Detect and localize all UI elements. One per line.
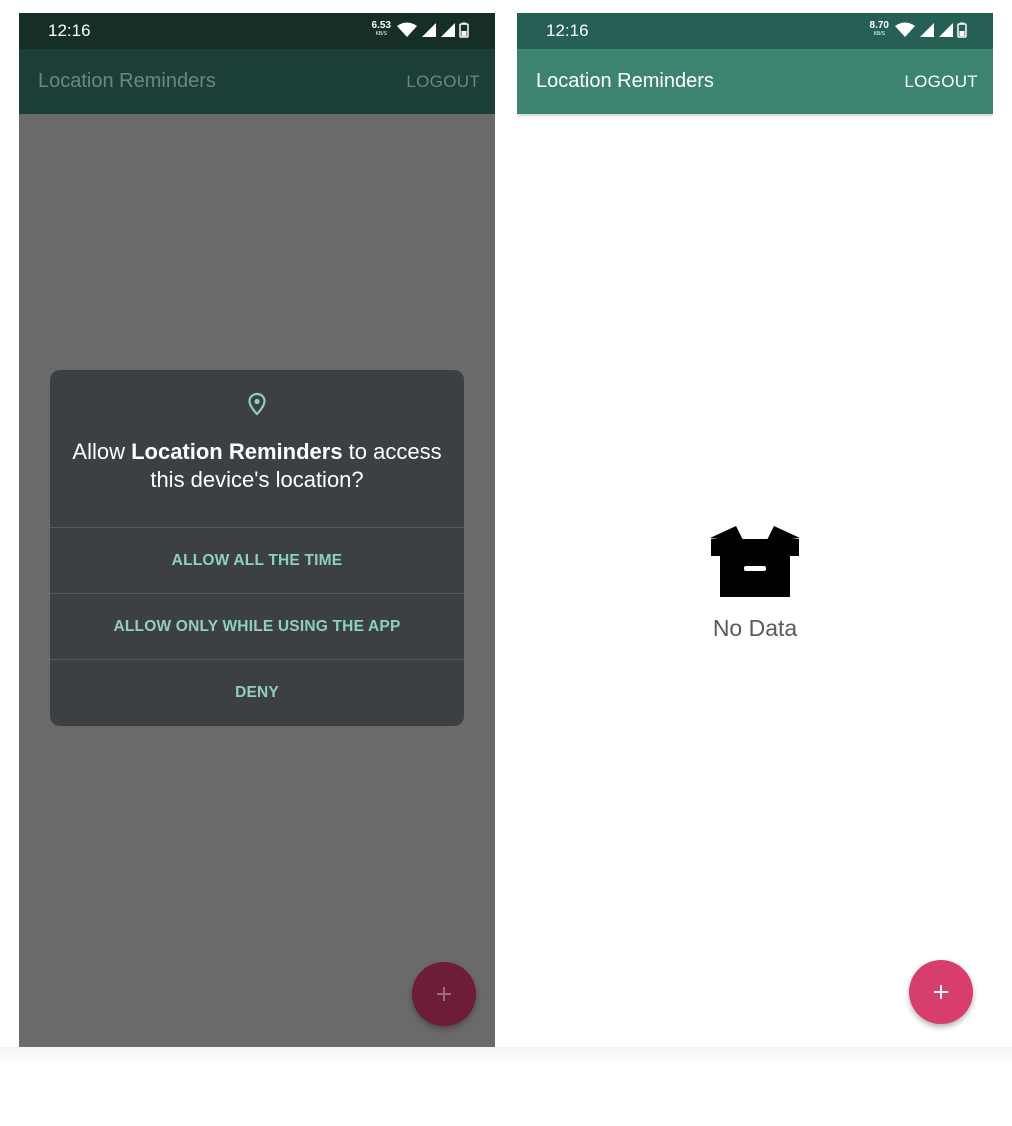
app-bar: Location Reminders LOGOUT — [19, 49, 495, 114]
add-reminder-fab[interactable] — [412, 962, 476, 1026]
location-pin-icon — [248, 392, 266, 416]
network-speed-unit: KB/S — [873, 31, 885, 37]
dialog-title-app-name: Location Reminders — [131, 439, 343, 464]
plus-icon — [934, 985, 948, 999]
app-bar: Location Reminders LOGOUT — [517, 49, 993, 114]
network-speed-value: 8.70 — [869, 20, 889, 31]
signal-icon — [920, 23, 934, 37]
network-speed: 6.53 KB/S — [371, 20, 391, 38]
deny-button[interactable]: DENY — [50, 659, 464, 726]
logout-button[interactable]: LOGOUT — [904, 72, 978, 92]
left-phone-screen: 12:16 6.53 KB/S Location Reminders LOGOU… — [19, 13, 495, 1047]
network-speed-unit: KB/S — [375, 31, 387, 37]
status-bar: 12:16 8.70 KB/S — [517, 13, 993, 49]
allow-while-using-app-button[interactable]: ALLOW ONLY WHILE USING THE APP — [50, 593, 464, 660]
plus-icon — [437, 987, 451, 1001]
battery-icon — [957, 22, 967, 38]
status-icons: 6.53 KB/S — [371, 20, 469, 38]
battery-icon — [459, 22, 469, 38]
right-phone-screen: 12:16 8.70 KB/S Location Reminders LOGOU… — [517, 13, 993, 1047]
status-bar: 12:16 6.53 KB/S — [19, 13, 495, 49]
app-title: Location Reminders — [536, 70, 714, 92]
status-time: 12:16 — [546, 21, 589, 40]
screenshot-bottom-shadow — [0, 1047, 1012, 1067]
signal-icon-2 — [441, 23, 455, 37]
network-speed: 8.70 KB/S — [869, 20, 889, 38]
open-box-icon — [710, 526, 800, 597]
status-icons: 8.70 KB/S — [869, 20, 967, 38]
signal-icon — [422, 23, 436, 37]
wifi-icon — [895, 22, 915, 37]
logout-button[interactable]: LOGOUT — [406, 72, 480, 92]
status-time: 12:16 — [48, 21, 91, 40]
empty-state-text: No Data — [712, 615, 798, 641]
wifi-icon — [397, 22, 417, 37]
dialog-title: Allow Location Reminders to access this … — [50, 438, 464, 494]
dialog-title-prefix: Allow — [72, 439, 132, 464]
network-speed-value: 6.53 — [371, 20, 391, 31]
add-reminder-fab[interactable] — [909, 960, 973, 1024]
app-title: Location Reminders — [38, 70, 216, 92]
location-permission-dialog: Allow Location Reminders to access this … — [50, 370, 464, 726]
allow-all-the-time-button[interactable]: ALLOW ALL THE TIME — [50, 527, 464, 594]
signal-icon-2 — [939, 23, 953, 37]
